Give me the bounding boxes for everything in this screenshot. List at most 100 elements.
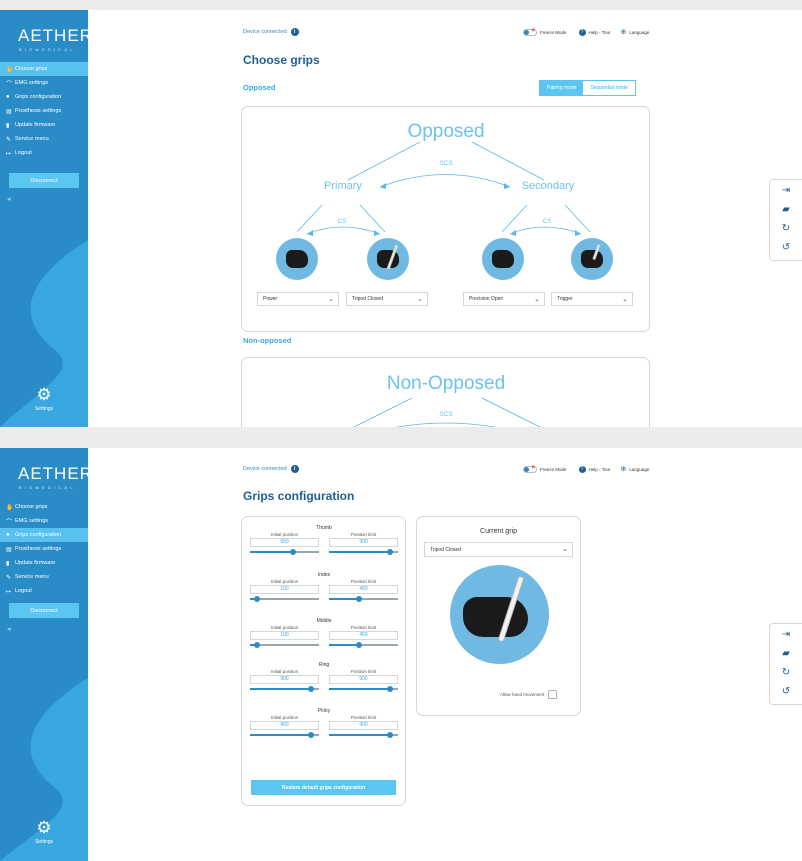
nav-item-emg-settings[interactable]: ⌒ EMG settings bbox=[0, 514, 88, 528]
logo-subtitle: BIOMEDICAL bbox=[19, 485, 76, 490]
finger-group-middle: Middle Initial position 100 Position lim… bbox=[250, 618, 398, 649]
nav-item-update-firmware[interactable]: ▮ Update firmware bbox=[0, 118, 88, 132]
nav-item-emg-settings[interactable]: ⌒ EMG settings bbox=[0, 76, 88, 90]
nav-label: EMG settings bbox=[15, 80, 49, 86]
login-icon[interactable]: ⇥ bbox=[770, 625, 802, 643]
folder-icon[interactable]: ▰ bbox=[770, 200, 802, 218]
help-icon[interactable]: ? bbox=[578, 28, 586, 36]
settings-button[interactable]: ⚙ Settings bbox=[0, 819, 88, 845]
info-icon[interactable]: i bbox=[290, 28, 299, 36]
freeze-mode-toggle[interactable]: × bbox=[523, 28, 537, 36]
device-status-label: Device connected bbox=[243, 29, 287, 35]
info-icon[interactable]: i bbox=[290, 465, 299, 473]
slider-fill bbox=[329, 734, 390, 736]
help-tour-link[interactable]: Help - Tour bbox=[589, 467, 611, 472]
finger-config-card bbox=[241, 516, 406, 806]
slider-thumb[interactable] bbox=[386, 548, 393, 555]
slider-thumb[interactable] bbox=[289, 548, 296, 555]
disconnect-button[interactable]: Disconnect bbox=[9, 603, 79, 618]
position-limit-input[interactable]: 450 bbox=[329, 585, 398, 594]
initial-position-input[interactable]: 650 bbox=[250, 538, 319, 547]
diagram-title: Opposed bbox=[407, 121, 484, 142]
grip-select-power[interactable]: Power ⌄ bbox=[257, 292, 339, 306]
collapse-sidebar-icon[interactable]: ◂ bbox=[7, 195, 11, 203]
finger-name: Thumb bbox=[316, 525, 332, 531]
position-limit-slider[interactable] bbox=[329, 548, 398, 556]
nav-label: Grips configuration bbox=[15, 94, 62, 100]
position-limit-input[interactable]: 900 bbox=[329, 675, 398, 684]
collapse-sidebar-icon[interactable]: ◂ bbox=[7, 625, 11, 633]
nav-item-service-menu[interactable]: ✎ Service menu bbox=[0, 132, 88, 146]
slider-thumb[interactable] bbox=[307, 685, 314, 692]
initial-position-column: Initial position 900 bbox=[250, 669, 319, 693]
undo-icon[interactable]: ↺ bbox=[770, 238, 802, 256]
language-link[interactable]: Language bbox=[629, 467, 649, 472]
globe-icon[interactable]: ⊕ bbox=[620, 465, 626, 473]
nav-label: EMG settings bbox=[15, 518, 49, 524]
position-limit-input[interactable]: 900 bbox=[329, 538, 398, 547]
document-icon: ▤ bbox=[6, 108, 12, 115]
help-icon[interactable]: ? bbox=[578, 465, 586, 473]
nav-item-logout[interactable]: ↦ Logout bbox=[0, 146, 88, 160]
login-icon[interactable]: ⇥ bbox=[770, 181, 802, 199]
slider-thumb[interactable] bbox=[253, 595, 260, 602]
nav-item-update-firmware[interactable]: ▮ Update firmware bbox=[0, 556, 88, 570]
undo-icon[interactable]: ↺ bbox=[770, 682, 802, 700]
slider-thumb[interactable] bbox=[307, 731, 314, 738]
current-grip-select[interactable]: Tripod Closed ⌄ bbox=[424, 542, 573, 557]
initial-position-input[interactable]: 900 bbox=[250, 675, 319, 684]
settings-button[interactable]: ⚙ Settings bbox=[0, 386, 88, 412]
slider-thumb[interactable] bbox=[386, 731, 393, 738]
slider-thumb[interactable] bbox=[356, 641, 363, 648]
position-limit-slider[interactable] bbox=[329, 685, 398, 693]
slider-thumb[interactable] bbox=[356, 595, 363, 602]
position-limit-label: Position limit bbox=[350, 669, 377, 674]
folder-icon[interactable]: ▰ bbox=[770, 644, 802, 662]
initial-position-slider[interactable] bbox=[250, 731, 319, 739]
slider-fill bbox=[329, 688, 390, 690]
nav-item-logout[interactable]: ↦ Logout bbox=[0, 584, 88, 598]
initial-position-input[interactable]: 100 bbox=[250, 585, 319, 594]
non-opposed-card: Non-Opposed SCS bbox=[241, 357, 650, 427]
position-limit-input[interactable]: 900 bbox=[329, 721, 398, 730]
nav-label: Choose grips bbox=[15, 66, 48, 72]
slider-thumb[interactable] bbox=[386, 685, 393, 692]
position-limit-slider[interactable] bbox=[329, 641, 398, 649]
finger-controls: Initial position 650 Position limit 900 bbox=[250, 532, 398, 556]
initial-position-slider[interactable] bbox=[250, 595, 319, 603]
nav-item-service-menu[interactable]: ✎ Service menu bbox=[0, 570, 88, 584]
initial-position-slider[interactable] bbox=[250, 548, 319, 556]
pairing-mode-button[interactable]: Pairing mode bbox=[540, 81, 584, 95]
grip-select-trigger[interactable]: Trigger ⌄ bbox=[551, 292, 633, 306]
position-limit-slider[interactable] bbox=[329, 731, 398, 739]
grip-select-tripod-closed[interactable]: Tripod Closed ⌄ bbox=[346, 292, 428, 306]
initial-position-label: Initial position bbox=[270, 715, 299, 720]
freeze-mode-toggle[interactable]: × bbox=[523, 464, 537, 473]
position-limit-input[interactable]: 450 bbox=[329, 631, 398, 640]
sequential-mode-button[interactable]: Sequential mode bbox=[583, 81, 635, 95]
initial-position-slider[interactable] bbox=[250, 685, 319, 693]
close-icon: × bbox=[531, 464, 535, 471]
globe-icon[interactable]: ⊕ bbox=[620, 28, 626, 36]
position-limit-slider[interactable] bbox=[329, 595, 398, 603]
nav-item-choose-grips[interactable]: ✋ Choose grips bbox=[0, 500, 88, 514]
nav-item-grips-configuration[interactable]: ● Grips configuration bbox=[0, 528, 88, 542]
nav-label: Prosthesis settings bbox=[15, 546, 62, 552]
allow-hand-movement-checkbox[interactable] bbox=[548, 690, 558, 699]
replay-icon[interactable]: ↻ bbox=[770, 663, 802, 681]
restore-defaults-button[interactable]: Restore default grips configuration bbox=[251, 780, 396, 795]
top-controls: × Freeze Mode ? Help - Tour ⊕ Language bbox=[523, 465, 649, 473]
help-tour-link[interactable]: Help - Tour bbox=[589, 30, 611, 35]
nav-item-grips-configuration[interactable]: ● Grips configuration bbox=[0, 90, 88, 104]
initial-position-input[interactable]: 900 bbox=[250, 721, 319, 730]
nav-item-choose-grips[interactable]: ✋ Choose grips bbox=[0, 62, 88, 76]
nav-item-prosthesis-settings[interactable]: ▤ Prosthesis settings bbox=[0, 542, 88, 556]
grip-select-precision-open[interactable]: Precision Open ⌄ bbox=[463, 292, 545, 306]
slider-thumb[interactable] bbox=[253, 641, 260, 648]
initial-position-slider[interactable] bbox=[250, 641, 319, 649]
nav-item-prosthesis-settings[interactable]: ▤ Prosthesis settings bbox=[0, 104, 88, 118]
disconnect-button[interactable]: Disconnect bbox=[9, 173, 79, 188]
replay-icon[interactable]: ↻ bbox=[770, 219, 802, 237]
language-link[interactable]: Language bbox=[629, 30, 649, 35]
initial-position-input[interactable]: 100 bbox=[250, 631, 319, 640]
